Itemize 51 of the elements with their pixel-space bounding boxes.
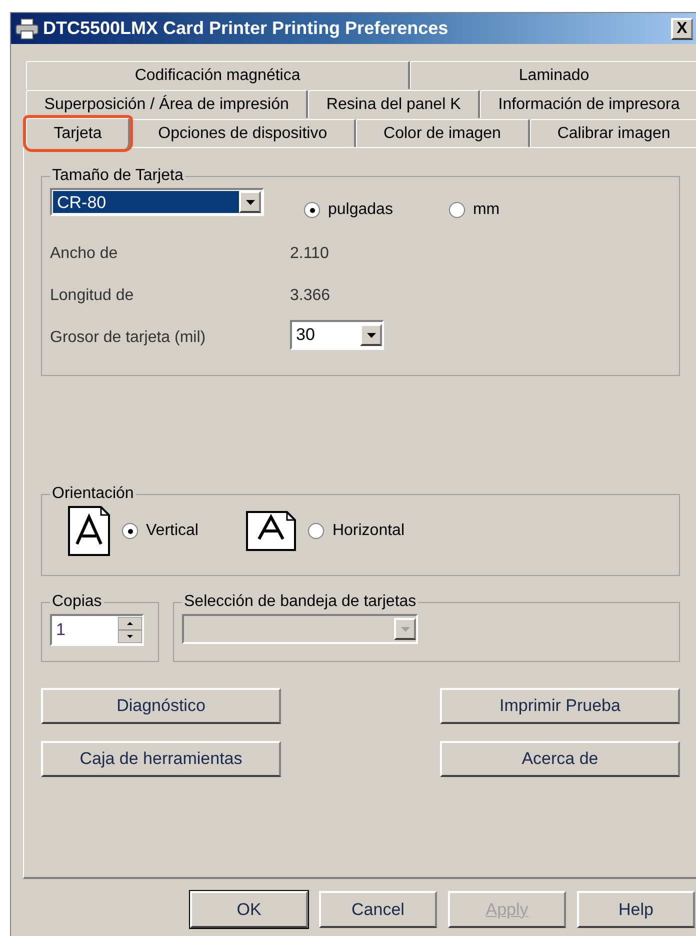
thickness-label: Grosor de tarjeta (mil) [50, 328, 207, 348]
radio-label: mm [472, 200, 500, 220]
width-value: 2.110 [290, 244, 330, 264]
portrait-page-icon [68, 506, 110, 556]
radio-button[interactable] [304, 202, 320, 218]
dialog-button[interactable]: Diagnóstico [41, 688, 281, 724]
thickness-dropdown[interactable]: 30 [290, 320, 384, 350]
up-arrow-icon[interactable] [118, 617, 142, 630]
tab[interactable]: Laminado [410, 61, 696, 89]
radio-label: pulgadas [328, 200, 393, 220]
group-title: Selección de bandeja de tarjetas [183, 592, 418, 612]
radio-button[interactable] [308, 523, 324, 539]
close-button[interactable]: X [671, 18, 693, 40]
dropdown-button[interactable] [360, 324, 382, 346]
dialog-button[interactable]: Acerca de [440, 741, 680, 777]
group-title: Tamaño de Tarjeta [51, 166, 184, 186]
dropdown-value: CR-80 [53, 191, 239, 213]
dialog-button[interactable]: OK [190, 891, 308, 928]
tab[interactable]: Color de imagen [356, 119, 530, 147]
spinner-value: 1 [56, 619, 66, 642]
card-size-dropdown[interactable]: CR-80 [50, 188, 264, 216]
tab[interactable]: Opciones de dispositivo [130, 119, 356, 147]
width-label: Ancho de [50, 244, 119, 264]
landscape-page-icon [246, 511, 296, 551]
caret-icon [366, 332, 376, 338]
dialog-button[interactable]: Help [577, 891, 695, 928]
radio-label: Vertical [146, 521, 198, 541]
radio-label: Horizontal [332, 521, 404, 541]
radio-button[interactable] [122, 523, 138, 539]
tab[interactable]: Codificación magnética [26, 61, 410, 89]
dialog-button[interactable]: Imprimir Prueba [440, 688, 680, 724]
radio-button[interactable] [448, 202, 465, 218]
copies-spinner[interactable]: 1 [50, 614, 144, 646]
tab[interactable]: Información de impresora [480, 90, 696, 118]
caret-icon [246, 200, 254, 204]
tab[interactable]: Calibrar imagen [530, 119, 696, 147]
dropdown-value: 30 [296, 324, 316, 346]
down-arrow-icon[interactable] [118, 630, 142, 643]
caret-icon [400, 626, 410, 632]
printer-icon [15, 18, 39, 40]
dialog-button[interactable]: Cancel [319, 891, 437, 928]
tab[interactable]: Tarjeta [26, 118, 130, 149]
group-title: Orientación [51, 484, 135, 504]
dialog-button[interactable]: Caja de herramientas [41, 741, 281, 777]
group-title: Copias [51, 592, 103, 612]
length-label: Longitud de [50, 286, 135, 306]
length-value: 3.366 [290, 286, 332, 306]
window-title: DTC5500LMX Card Printer Printing Preferences [43, 17, 450, 40]
dropdown-button[interactable] [239, 191, 261, 213]
tab[interactable]: Resina del panel K [308, 90, 480, 118]
tab[interactable]: Superposición / Área de impresión [26, 90, 308, 118]
